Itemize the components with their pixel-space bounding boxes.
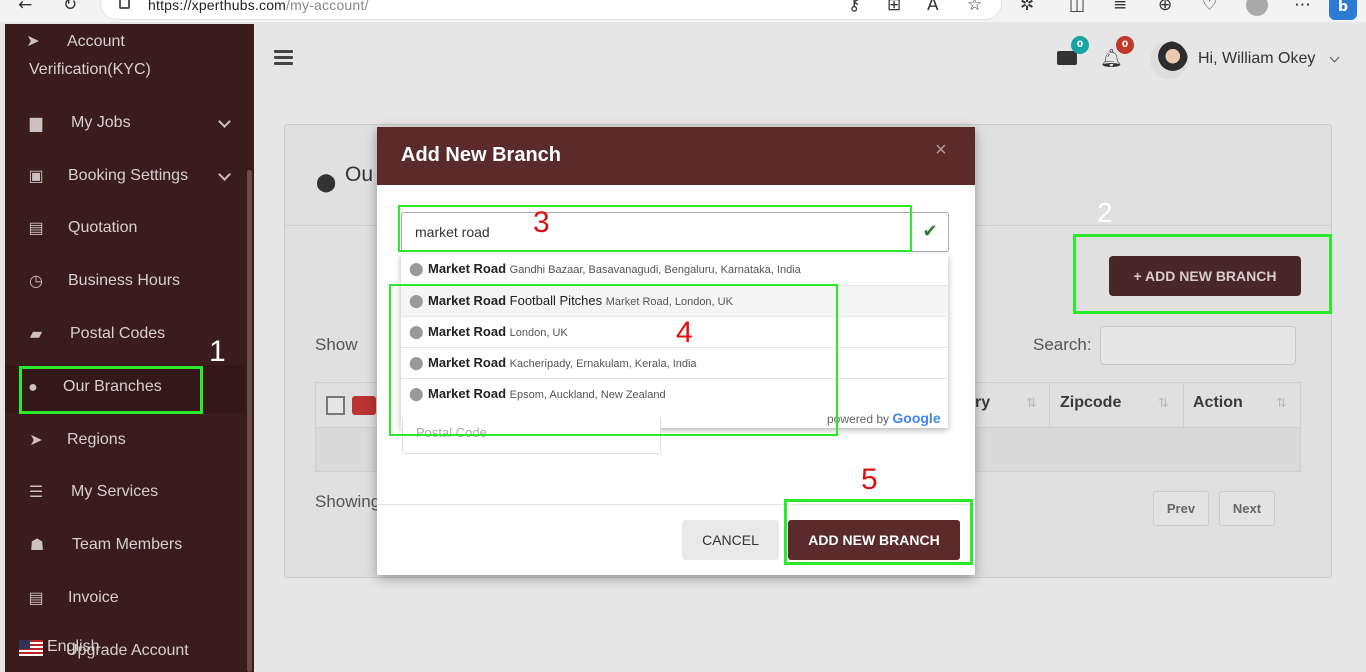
column-divider bbox=[1049, 383, 1050, 427]
showing-entries-text: Showing bbox=[315, 492, 381, 511]
mail-count-badge: 0 bbox=[1071, 36, 1089, 54]
book-icon: ▰ bbox=[29, 326, 43, 343]
mail-icon[interactable] bbox=[1057, 51, 1077, 65]
sidebar-item-label: Team Members bbox=[72, 536, 183, 553]
column-divider bbox=[1183, 383, 1184, 427]
briefcase-icon: ▆ bbox=[29, 115, 43, 132]
notification-count-badge: 0 bbox=[1116, 36, 1134, 54]
sort-icon[interactable]: ⇅ bbox=[1026, 396, 1037, 411]
search-label: Search: bbox=[1033, 335, 1092, 354]
sidebar-item-label: Business Hours bbox=[68, 272, 181, 289]
chevron-down-icon bbox=[218, 168, 231, 181]
sidebar-item-label: Booking Settings bbox=[68, 167, 189, 184]
avatar[interactable] bbox=[1150, 41, 1188, 79]
cancel-button[interactable]: CANCEL bbox=[682, 520, 779, 560]
prev-page-button[interactable]: Prev bbox=[1153, 491, 1209, 526]
chevron-down-icon bbox=[218, 115, 231, 128]
annotation-box-3 bbox=[398, 205, 912, 252]
powered-by-google: powered by Google bbox=[827, 410, 941, 426]
sidebar-item-label: Invoice bbox=[68, 589, 119, 606]
sidebar-item-label: Account bbox=[67, 33, 125, 50]
server-icon: ☰ bbox=[28, 484, 44, 501]
column-header-country[interactable]: ry bbox=[975, 394, 990, 412]
sidebar-item-invoice[interactable]: ▤ Invoice bbox=[0, 589, 249, 613]
favorite-star-icon[interactable]: ☆ bbox=[967, 0, 982, 14]
hamburger-menu-icon[interactable] bbox=[274, 50, 293, 66]
close-icon[interactable]: × bbox=[935, 139, 947, 162]
lock-icon bbox=[119, 0, 130, 9]
sort-icon[interactable]: ⇅ bbox=[1276, 396, 1287, 411]
sidebar-item-label-line2: Verification(KYC) bbox=[29, 61, 151, 78]
column-header-zipcode[interactable]: Zipcode bbox=[1060, 394, 1121, 412]
sidebar-item-label: My Services bbox=[71, 483, 159, 500]
money-icon: ▣ bbox=[28, 168, 44, 185]
sidebar-item-account-verification[interactable]: ➤ Account Verification(KYC) bbox=[0, 33, 249, 93]
suggestion-main-text: Market Road bbox=[428, 261, 507, 276]
users-icon: ☗ bbox=[29, 537, 45, 554]
annotation-number-2: 2 bbox=[1097, 197, 1113, 228]
select-all-checkbox[interactable] bbox=[326, 396, 345, 415]
annotation-box-5 bbox=[784, 499, 973, 565]
document-icon: ▤ bbox=[28, 220, 44, 237]
favorites-icon[interactable]: ≡ bbox=[1113, 0, 1127, 14]
sidebar-item-label: My Jobs bbox=[71, 114, 131, 131]
search-input[interactable] bbox=[1100, 326, 1296, 365]
clock-icon: ◷ bbox=[29, 273, 43, 290]
us-flag-icon bbox=[19, 640, 43, 656]
url-text[interactable]: https://xperthubs.com/my-account/ bbox=[148, 0, 369, 13]
autocomplete-suggestion[interactable]: ⬤ Market Road Gandhi Bazaar, Basavanagud… bbox=[401, 254, 948, 285]
annotation-box-2 bbox=[1073, 234, 1332, 314]
sidebar-item-business-hours[interactable]: ◷ Business Hours bbox=[0, 272, 249, 296]
send-icon: ➤ bbox=[29, 432, 43, 449]
sidebar-item-quotation[interactable]: ▤ Quotation bbox=[0, 219, 249, 243]
annotation-number-4: 4 bbox=[676, 316, 693, 349]
map-pin-icon: ⬤ bbox=[316, 172, 337, 193]
delete-selected-button[interactable] bbox=[352, 396, 376, 415]
document-icon: ▤ bbox=[28, 590, 44, 607]
reload-icon[interactable]: ↻ bbox=[63, 0, 77, 14]
sidebar-item-my-jobs[interactable]: ▆ My Jobs bbox=[0, 114, 249, 138]
language-selector[interactable]: English bbox=[47, 638, 99, 656]
sidebar-item-regions[interactable]: ➤ Regions bbox=[0, 431, 249, 455]
annotation-number-3: 3 bbox=[533, 206, 550, 239]
user-greeting[interactable]: Hi, William Okey bbox=[1198, 50, 1315, 68]
annotation-box-4 bbox=[389, 284, 838, 436]
sidebar-item-team-members[interactable]: ☗ Team Members bbox=[0, 536, 249, 560]
location-pin-icon: ⬤ bbox=[409, 261, 424, 276]
page-title: Ou bbox=[345, 163, 374, 186]
google-logo: Google bbox=[892, 410, 941, 426]
copilot-icon[interactable]: b bbox=[1329, 0, 1357, 20]
show-entries-label: Show bbox=[315, 335, 358, 354]
extensions-icon[interactable]: ✲ bbox=[1020, 0, 1034, 14]
apps-icon[interactable]: ⊞ bbox=[887, 0, 901, 14]
annotation-box-1 bbox=[19, 366, 203, 414]
top-header bbox=[254, 24, 1362, 94]
more-menu-icon[interactable]: ⋯ bbox=[1294, 0, 1311, 14]
checkmark-icon: ✔ bbox=[922, 221, 938, 242]
sidebar-item-my-services[interactable]: ☰ My Services bbox=[0, 483, 249, 507]
sidebar-item-booking-settings[interactable]: ▣ Booking Settings bbox=[0, 167, 249, 191]
back-arrow-icon[interactable]: ← bbox=[18, 0, 32, 14]
send-icon: ➤ bbox=[26, 33, 40, 50]
sidebar-item-label: Postal Codes bbox=[70, 325, 166, 342]
split-screen-icon[interactable]: ◫ bbox=[1069, 0, 1085, 14]
read-aloud-icon[interactable]: A bbox=[927, 0, 939, 14]
suggestion-secondary-text: Gandhi Bazaar, Basavanagudi, Bengaluru, … bbox=[509, 264, 801, 276]
sort-icon[interactable]: ⇅ bbox=[1158, 396, 1169, 411]
next-page-button[interactable]: Next bbox=[1219, 491, 1275, 526]
annotation-number-1: 1 bbox=[209, 335, 226, 368]
column-header-action[interactable]: Action bbox=[1193, 394, 1243, 412]
sidebar-item-label: Regions bbox=[67, 431, 126, 448]
key-icon[interactable]: ⚷ bbox=[848, 0, 860, 14]
annotation-number-5: 5 bbox=[861, 463, 878, 496]
url-path: /my-account/ bbox=[286, 0, 369, 13]
url-host: https://xperthubs.com bbox=[148, 0, 287, 13]
sidebar-item-label: Quotation bbox=[68, 219, 138, 236]
modal-title: Add New Branch bbox=[401, 144, 562, 166]
performance-icon[interactable]: ♡ bbox=[1202, 0, 1217, 14]
collections-icon[interactable]: ⊕ bbox=[1158, 0, 1172, 14]
